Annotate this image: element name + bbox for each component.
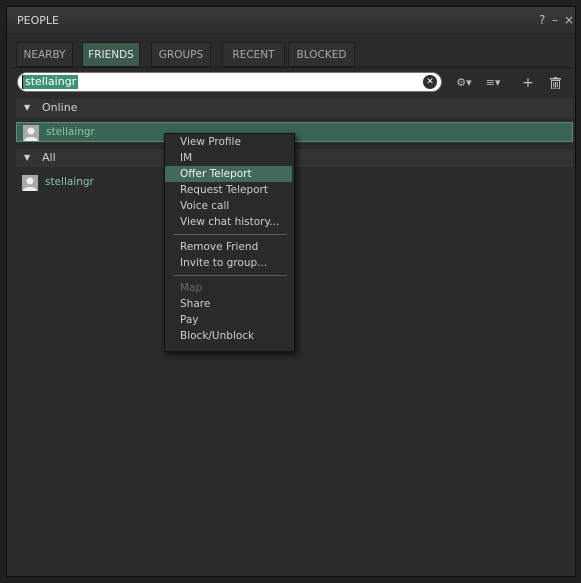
menu-item-view-profile[interactable]: View Profile	[165, 134, 292, 150]
add-friend-button[interactable]: +	[520, 72, 536, 94]
menu-item-share[interactable]: Share	[165, 296, 292, 312]
trash-icon[interactable]	[547, 72, 563, 94]
title-bar[interactable]: PEOPLE ? – ×	[7, 7, 575, 34]
menu-item-request-teleport[interactable]: Request Teleport	[165, 182, 292, 198]
close-button[interactable]: ×	[564, 13, 574, 27]
tab-divider	[13, 67, 571, 68]
menu-item-block-unblock[interactable]: Block/Unblock	[165, 328, 292, 344]
menu-item-view-chat-history[interactable]: View chat history...	[165, 214, 292, 230]
clear-circle-icon[interactable]: ✕	[423, 75, 437, 89]
section-label: All	[42, 151, 56, 164]
tab-friends[interactable]: FRIENDS	[82, 42, 140, 67]
section-label: Online	[42, 101, 78, 114]
tab-blocked[interactable]: BLOCKED	[288, 42, 355, 67]
menu-item-voice-call[interactable]: Voice call	[165, 198, 292, 214]
menu-item-pay[interactable]: Pay	[165, 312, 292, 328]
friend-name: stellaingr	[46, 126, 95, 138]
minimize-button[interactable]: –	[552, 13, 558, 27]
collapse-arrow-icon[interactable]: ▼	[24, 99, 30, 117]
avatar-icon	[22, 175, 38, 191]
menu-separator	[173, 275, 287, 276]
friend-name: stellaingr	[45, 176, 94, 188]
menu-item-invite-to-group[interactable]: Invite to group...	[165, 255, 292, 271]
tab-groups[interactable]: GROUPS	[151, 42, 211, 67]
context-menu: View Profile IM Offer Teleport Request T…	[164, 133, 295, 352]
menu-separator	[173, 234, 287, 235]
menu-item-im[interactable]: IM	[165, 150, 292, 166]
menu-item-map: Map	[180, 282, 203, 294]
collapse-arrow-icon[interactable]: ▼	[24, 149, 30, 167]
sort-icon[interactable]: ≡▾	[480, 72, 506, 94]
section-online-header[interactable]: ▼ Online	[16, 99, 573, 117]
gear-icon[interactable]: ⚙▾	[454, 72, 474, 94]
tab-nearby[interactable]: NEARBY	[16, 42, 73, 67]
menu-item-remove-friend[interactable]: Remove Friend	[165, 239, 292, 255]
window-title: PEOPLE	[17, 14, 59, 27]
search-input[interactable]: stellaingr ✕	[17, 72, 442, 92]
search-selected-text: stellaingr	[23, 75, 79, 89]
avatar-icon	[23, 125, 39, 141]
menu-item-offer-teleport[interactable]: Offer Teleport	[165, 166, 292, 182]
tab-recent[interactable]: RECENT	[222, 42, 285, 67]
help-button[interactable]: ?	[539, 13, 545, 27]
